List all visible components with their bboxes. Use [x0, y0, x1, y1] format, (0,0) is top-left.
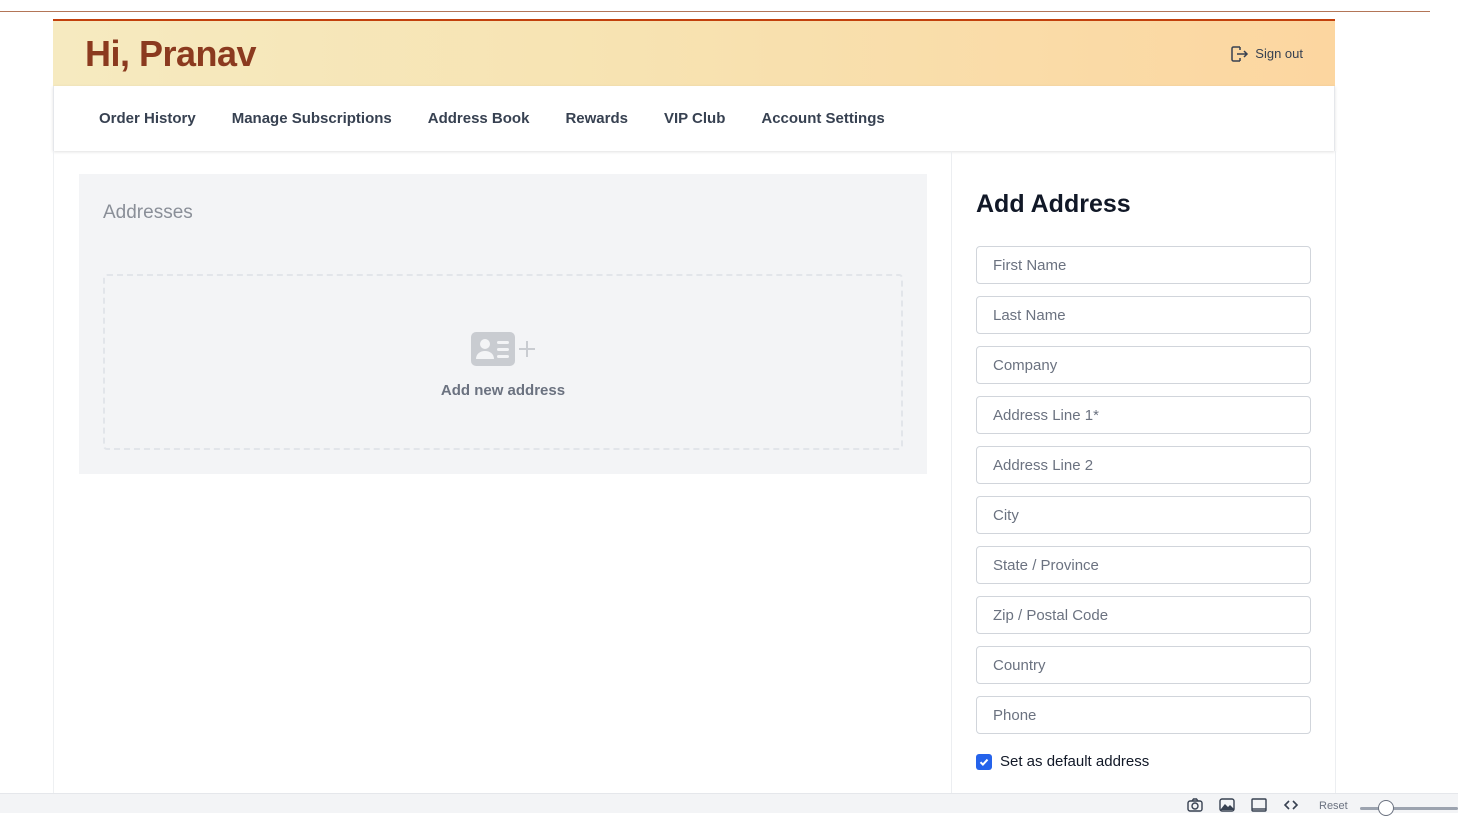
nav-manage-subscriptions[interactable]: Manage Subscriptions [232, 110, 392, 127]
sign-out-label: Sign out [1255, 46, 1303, 61]
sign-out-button[interactable]: Sign out [1229, 44, 1303, 64]
phone-field[interactable] [976, 696, 1311, 734]
company-field[interactable] [976, 346, 1311, 384]
nav-vip-club[interactable]: VIP Club [664, 110, 725, 127]
checkmark-icon [979, 758, 989, 766]
layout-icon[interactable] [1251, 798, 1267, 812]
zoom-slider-handle[interactable] [1378, 800, 1394, 816]
address-card-plus-icon [471, 332, 535, 366]
country-field[interactable] [976, 646, 1311, 684]
add-new-address-card[interactable]: Add new address [103, 274, 903, 450]
account-nav: Order History Manage Subscriptions Addre… [53, 86, 1335, 151]
image-icon[interactable] [1219, 798, 1235, 812]
account-page: Hi, Pranav Sign out Order History Manage… [53, 19, 1336, 793]
address-line-2-field[interactable] [976, 446, 1311, 484]
camera-icon[interactable] [1187, 798, 1203, 812]
nav-rewards[interactable]: Rewards [565, 110, 628, 127]
add-new-address-label: Add new address [440, 382, 566, 399]
nav-order-history[interactable]: Order History [99, 110, 196, 127]
addresses-title: Addresses [103, 202, 193, 223]
add-address-title: Add Address [976, 190, 1131, 218]
code-icon[interactable] [1283, 798, 1299, 812]
state-province-field[interactable] [976, 546, 1311, 584]
last-name-field[interactable] [976, 296, 1311, 334]
top-divider [0, 11, 1430, 12]
city-field[interactable] [976, 496, 1311, 534]
sign-out-icon [1231, 45, 1249, 62]
address-line-1-field[interactable] [976, 396, 1311, 434]
default-address-label: Set as default address [1000, 753, 1150, 770]
default-address-checkbox[interactable] [976, 753, 992, 770]
first-name-field[interactable] [976, 246, 1311, 284]
bottom-toolbar: Reset [0, 793, 1458, 816]
account-header: Hi, Pranav Sign out [53, 19, 1335, 86]
nav-address-book[interactable]: Address Book [428, 110, 530, 127]
zip-postal-code-field[interactable] [976, 596, 1311, 634]
reset-button[interactable]: Reset [1319, 800, 1348, 812]
zoom-slider-track[interactable] [1360, 807, 1458, 810]
greeting-title: Hi, Pranav [85, 32, 257, 74]
default-address-row: Set as default address [976, 753, 1149, 770]
add-address-form: Add Address Set as default address [951, 151, 1336, 793]
main-content: Addresses Add new address Add Address Fi… [53, 151, 1336, 793]
addresses-panel: Addresses Add new address [79, 174, 927, 474]
nav-account-settings[interactable]: Account Settings [761, 110, 884, 127]
